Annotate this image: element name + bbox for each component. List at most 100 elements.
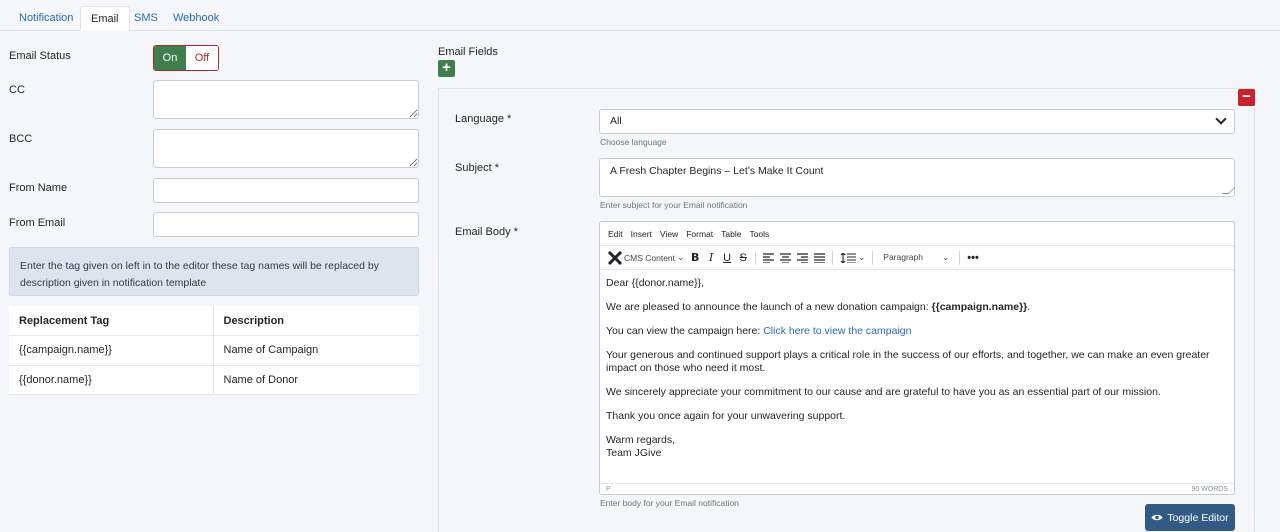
description-cell: Name of Donor [213, 365, 419, 395]
email-status-toggle[interactable]: On Off [153, 45, 219, 71]
toolbar-divider [872, 250, 874, 265]
align-left-button[interactable] [760, 248, 777, 268]
table-header-row: Replacement Tag Description [9, 306, 419, 336]
subject-help: Enter subject for your Email notificatio… [600, 200, 748, 210]
tab-webhook[interactable]: Webhook [163, 6, 229, 31]
campaign-link[interactable]: Click here to view the campaign [763, 325, 911, 337]
subject-label: Subject * [455, 162, 500, 174]
toggle-editor-button[interactable]: Toggle Editor [1145, 504, 1235, 531]
cc-field[interactable] [153, 80, 419, 119]
toggle-off-button[interactable]: Off [186, 46, 218, 70]
italic-button[interactable]: I [703, 248, 719, 268]
toolbar-divider [959, 250, 961, 265]
from-name-label: From Name [9, 182, 68, 194]
joomla-icon [608, 250, 622, 265]
from-email-field[interactable] [153, 212, 419, 237]
menu-insert[interactable]: Insert [631, 229, 652, 239]
word-count: 90 WORDS [1191, 485, 1228, 493]
body-text: We are pleased to announce the launch of… [606, 301, 932, 313]
paragraph-format-select[interactable]: Paragraph ⌄ [877, 252, 955, 263]
body-paragraph: Thank you once again for your unwavering… [606, 410, 846, 422]
body-help: Enter body for your Email notification [600, 498, 739, 508]
menu-table[interactable]: Table [721, 229, 741, 239]
menu-format[interactable]: Format [686, 229, 713, 239]
body-text: You can view the campaign here: [606, 325, 764, 337]
chevron-down-icon: ⌄ [677, 252, 685, 262]
cc-label: CC [9, 84, 25, 96]
tab-notification[interactable]: Notification [9, 6, 83, 31]
description-cell: Name of Campaign [213, 335, 419, 366]
bcc-field[interactable] [153, 129, 419, 168]
element-path: P [606, 485, 611, 493]
line-height-button[interactable]: ⌄ [837, 248, 868, 268]
body-text: Team JGive [606, 447, 662, 459]
align-left-icon [763, 252, 775, 263]
rich-text-editor[interactable]: Edit Insert View Format Table Tools CMS … [599, 221, 1235, 495]
paragraph-label: Paragraph [883, 252, 923, 262]
language-value: All [610, 115, 622, 127]
body-text: Warm regards, [606, 434, 676, 446]
minus-icon: − [1242, 88, 1251, 105]
strikethrough-button[interactable]: S [735, 248, 751, 268]
body-text: . [1027, 301, 1031, 313]
justify-button[interactable] [811, 248, 828, 268]
chevron-down-icon: ⌄ [942, 252, 950, 262]
subject-value: A Fresh Chapter Begins – Let’s Make It C… [610, 165, 824, 177]
toggle-on-button[interactable]: On [154, 46, 186, 70]
align-right-button[interactable] [794, 248, 811, 268]
line-height-icon [840, 252, 857, 263]
menu-view[interactable]: View [660, 229, 678, 239]
table-row: {{donor.name}} Name of Donor [9, 365, 419, 395]
underline-button[interactable]: U [719, 248, 735, 268]
justify-icon [814, 252, 826, 263]
toggle-editor-label: Toggle Editor [1167, 511, 1229, 524]
language-label: Language * [455, 113, 512, 125]
body-paragraph: We are pleased to announce the launch of… [606, 301, 1230, 314]
from-email-label: From Email [9, 217, 66, 229]
column-header-description: Description [213, 306, 419, 336]
cms-content-label: CMS Content [624, 252, 676, 263]
more-options-button[interactable]: ••• [964, 248, 982, 268]
replacement-tag-table: Replacement Tag Description {{campaign.n… [9, 306, 419, 395]
language-help: Choose language [600, 137, 667, 147]
language-select[interactable]: All [599, 109, 1235, 134]
align-right-icon [797, 252, 809, 263]
notification-tabs: Notification Email SMS Webhook [0, 0, 1280, 31]
table-row: {{campaign.name}} Name of Campaign [9, 335, 419, 366]
add-field-button[interactable]: + [438, 60, 455, 77]
body-paragraph: We sincerely appreciate your commitment … [606, 386, 1161, 398]
chevron-down-icon [1215, 113, 1227, 125]
plus-icon: + [442, 59, 451, 76]
tag-cell: {{campaign.name}} [9, 335, 214, 366]
editor-statusbar: P 90 WORDS [600, 483, 1234, 494]
menu-edit[interactable]: Edit [608, 229, 623, 239]
tab-email[interactable]: Email [80, 6, 130, 31]
email-body-label: Email Body * [455, 226, 518, 238]
remove-field-button[interactable]: − [1238, 89, 1255, 106]
subject-field[interactable]: A Fresh Chapter Begins – Let’s Make It C… [599, 158, 1236, 197]
tag-cell: {{donor.name}} [9, 365, 214, 395]
body-paragraph: Your generous and continued support play… [606, 349, 1210, 374]
align-center-icon [780, 252, 792, 263]
campaign-tag: {{campaign.name}} [931, 301, 1028, 313]
email-fields-label: Email Fields [438, 46, 498, 58]
tab-sms[interactable]: SMS [124, 6, 168, 31]
from-name-field[interactable] [153, 178, 419, 203]
tag-info-alert: Enter the tag given on left in to the ed… [9, 247, 419, 296]
toolbar-divider [832, 250, 834, 265]
email-status-label: Email Status [9, 50, 71, 62]
eye-icon [1151, 514, 1163, 521]
column-header-tag: Replacement Tag [9, 306, 214, 336]
menu-tools[interactable]: Tools [749, 229, 769, 239]
body-paragraph: Warm regards, Team JGive [606, 434, 1230, 460]
resize-grip-icon[interactable] [1221, 187, 1236, 194]
editor-menubar: Edit Insert View Format Table Tools [600, 222, 1234, 246]
chevron-down-icon: ⌄ [858, 252, 866, 262]
bold-button[interactable]: B [687, 248, 703, 268]
editor-toolbar: CMS Content ⌄ B I U S ⌄ Paragraph ⌄ ••• [600, 246, 1234, 270]
toolbar-divider [755, 250, 757, 265]
editor-content[interactable]: Dear {{donor.name}}, We are pleased to a… [606, 277, 1230, 460]
align-center-button[interactable] [777, 248, 794, 268]
cms-content-button[interactable]: CMS Content ⌄ [605, 248, 687, 268]
ellipsis-icon: ••• [967, 251, 979, 264]
